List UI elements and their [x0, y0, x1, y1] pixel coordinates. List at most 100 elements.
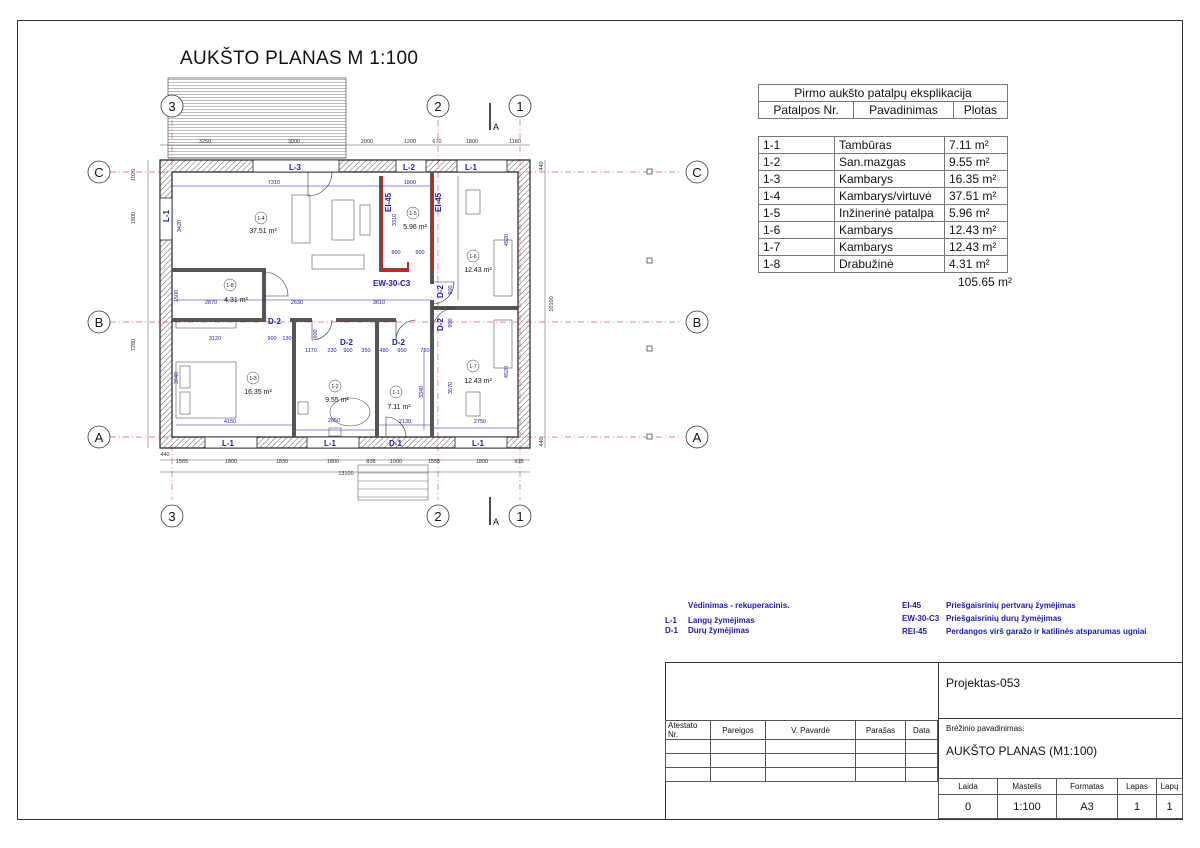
room-name: Kambarys: [834, 238, 945, 256]
section-label: A: [493, 517, 499, 527]
room-id: 1-3: [249, 376, 256, 382]
dimension-text: 1800: [466, 139, 478, 145]
signature-header: Pareigos: [710, 720, 766, 740]
info-header: Mastelis: [997, 778, 1057, 795]
explication-table: 1-1 Tambūras 7.11 m² 1-2 San.mazgas 9.55 m² …: [758, 136, 1008, 273]
axis-label-top: 1: [516, 99, 523, 114]
room-id: 1-6: [469, 254, 476, 260]
legend-code: EW-30-C3: [902, 614, 940, 623]
dimension-text: 2750: [474, 419, 486, 425]
window-tag: L-1: [222, 439, 235, 448]
axis-label-top: 2: [434, 99, 441, 114]
room-area: 7.11 m²: [944, 136, 1008, 154]
door-tag: D-2: [340, 338, 353, 347]
table-row: 1-8 Drabužinė 4.31 m²: [758, 255, 1008, 273]
legend-code: REI-45: [902, 627, 927, 636]
fire-wall-tag: EI-45: [384, 192, 393, 212]
room-id: 1-8: [226, 283, 233, 289]
room-area: 9.55 m²: [325, 397, 349, 404]
dimension-text: 3310: [392, 214, 398, 226]
room-name: Inžinerinė patalpa: [834, 204, 945, 222]
room-name: Kambarys: [834, 170, 945, 188]
dimension-text: 3940: [174, 372, 180, 384]
table-row: 1-1 Tambūras 7.11 m²: [758, 136, 1008, 154]
dimension-text: 3610: [373, 300, 385, 306]
dimension-text: 130: [282, 336, 291, 342]
axis-label-left: A: [95, 430, 104, 445]
dimension-text: 1200: [404, 139, 416, 145]
project-name: Projektas-053: [946, 676, 1021, 690]
dimension-text: 3420: [177, 220, 183, 232]
dimension-text: 800: [391, 250, 400, 256]
dimension-text: 1800: [476, 459, 488, 465]
door-tag: D-2: [392, 338, 405, 347]
signature-header: Data: [905, 720, 938, 740]
dimension-text: 670: [432, 139, 441, 145]
door-tag: D-2: [268, 317, 281, 326]
dimension-text: 3000: [288, 139, 300, 145]
legend-code: L-1: [665, 616, 677, 625]
dimension-text: 4520: [504, 366, 510, 378]
signature-header: Parašas: [855, 720, 906, 740]
dimension-text: 3250: [199, 139, 211, 145]
room-number: 1-5: [758, 204, 835, 222]
fire-door-tag: EW-30-C3: [373, 279, 411, 288]
room-name: San.mazgas: [834, 153, 945, 171]
legend-text: Langų žymėjimas: [688, 616, 755, 625]
room-number: 1-3: [758, 170, 835, 188]
explication-caption: Pirmo aukšto patalpų eksplikacija: [758, 84, 1008, 102]
info-value: 0: [938, 794, 998, 819]
room-number: 1-6: [758, 221, 835, 239]
dimension-text: 2870: [205, 300, 217, 306]
room-area: 16.35 m²: [944, 170, 1008, 188]
window-tag: L-2: [403, 163, 416, 172]
room-name: Tambūras: [834, 136, 945, 154]
dimension-text: 2130: [399, 419, 411, 425]
room-area: 37.51 m²: [249, 228, 277, 235]
room-name: Kambarys: [834, 221, 945, 239]
dimension-text: 1170: [305, 348, 317, 354]
room-id: 1-4: [257, 216, 264, 222]
dimension-text: 440: [539, 437, 545, 446]
dimension-text: 1800: [225, 459, 237, 465]
room-id: 1-5: [409, 211, 416, 217]
legend-text: Priešgaisrinių durų žymėjimas: [946, 614, 1062, 623]
dimension-text: 1565: [176, 459, 188, 465]
dimension-text: 7280: [131, 339, 137, 351]
legend-ventilation: Vėdinimas - rekuperacinis.: [688, 601, 790, 610]
room-area: 12.43 m²: [464, 267, 492, 274]
dimension-text: 10100: [549, 296, 555, 311]
room-id: 1-1: [392, 390, 399, 396]
window-tag: L-1: [465, 163, 478, 172]
explication-header-table: Pirmo aukšto patalpų eksplikacija Patalp…: [757, 84, 1009, 119]
info-header: Lapų: [1156, 778, 1183, 795]
info-value: 1: [1156, 794, 1183, 819]
window-tag: L-1: [162, 209, 171, 222]
section-label: A: [493, 122, 499, 132]
signature-table: Atestato Nr. Pareigos V. Pavardė Parašas…: [665, 720, 938, 782]
axis-label-right: C: [692, 165, 701, 180]
dimension-text: 900: [448, 318, 454, 327]
window-tag: L-1: [472, 439, 485, 448]
table-row: 1-6 Kambarys 12.43 m²: [758, 221, 1008, 239]
info-value: 1:100: [997, 794, 1057, 819]
room-name: Drabužinė: [834, 255, 945, 273]
explication-header: Patalpos Nr.: [757, 101, 855, 119]
room-number: 1-2: [758, 153, 835, 171]
table-row: 1-2 San.mazgas 9.55 m²: [758, 153, 1008, 171]
room-area: 5.96 m²: [944, 204, 1008, 222]
dimension-text: 2650: [328, 418, 340, 424]
door-tag: D-2: [436, 285, 445, 298]
dimension-text: 1180: [509, 139, 521, 145]
dimension-text: 900: [267, 336, 276, 342]
room-area: 5.96 m²: [403, 224, 427, 231]
info-value: 1: [1117, 794, 1157, 819]
axis-label-bottom: 3: [168, 509, 175, 524]
explication-header: Plotas: [952, 101, 1009, 119]
dimension-text: 835: [366, 459, 375, 465]
dimension-total: 13100: [338, 471, 353, 477]
table-row: 1-7 Kambarys 12.43 m²: [758, 238, 1008, 256]
dimension-text: 480: [379, 348, 388, 354]
dimension-text: 7310: [268, 180, 280, 186]
dimension-text: 900: [415, 250, 424, 256]
